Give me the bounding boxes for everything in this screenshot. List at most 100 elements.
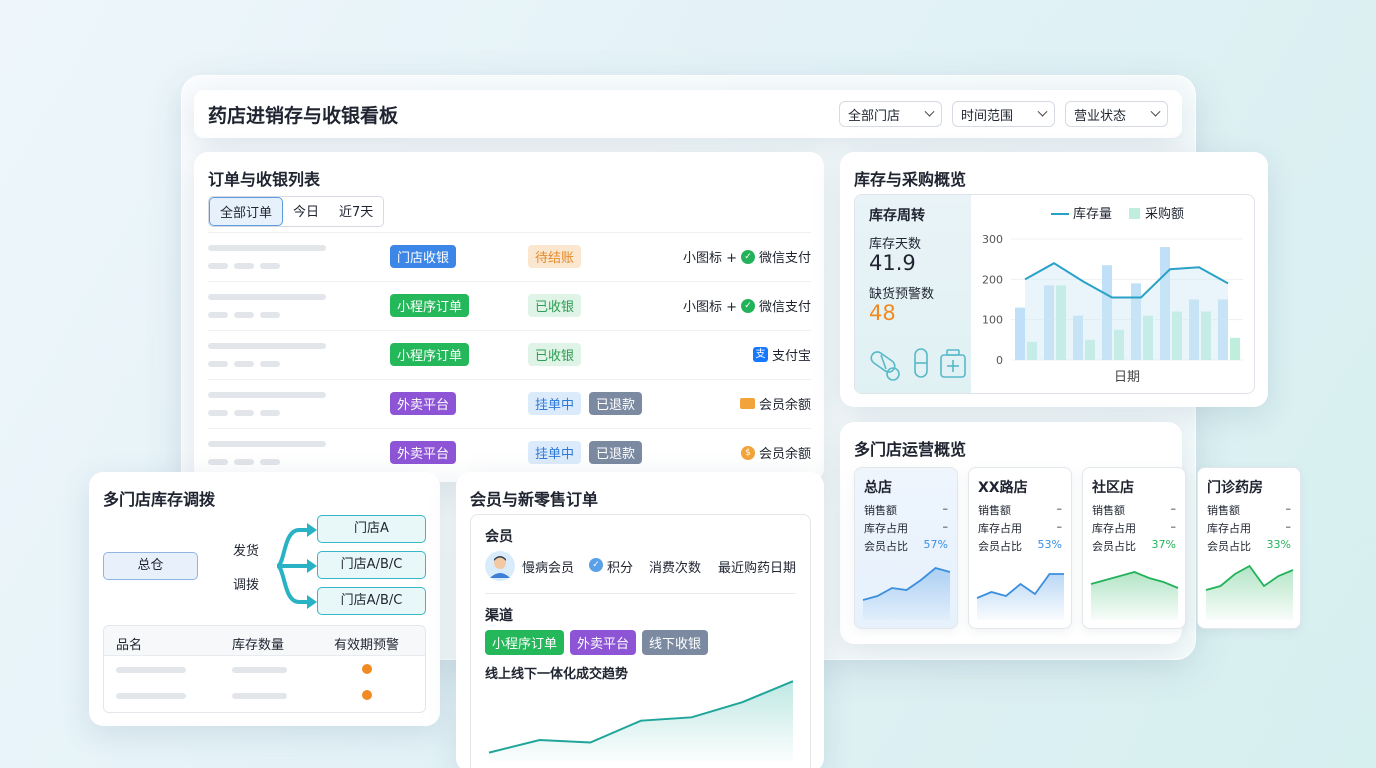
store-name: 总店 — [864, 480, 892, 496]
placeholder-bar — [234, 410, 254, 416]
days-label: 库存天数 — [869, 237, 922, 252]
channel-tag: 门店收银 — [390, 245, 457, 268]
inventory-card: 库存周转 库存天数 41.9 缺货预警数 48 库存量 采购额 0 100 20… — [854, 194, 1255, 394]
sales-value: – — [1170, 502, 1177, 515]
time-range-dropdown[interactable]: 时间范围 — [952, 101, 1055, 127]
transfer-panel: 多门店库存调拨 总仓 发货 调拨 门店A 门店A/B/C 门店A/B/C 品名 … — [89, 472, 440, 726]
placeholder-bar — [208, 361, 228, 367]
last-purchase-label: 最近购药日期 — [718, 561, 797, 576]
expiry-alert-dot — [362, 690, 372, 700]
member-ratio-label: 会员占比 — [1207, 540, 1251, 553]
transfer-arrows — [204, 523, 317, 609]
warehouse-node[interactable]: 总仓 — [103, 552, 198, 580]
placeholder-bar — [260, 312, 280, 318]
turnover-label: 库存周转 — [869, 208, 925, 224]
divider — [485, 593, 796, 594]
member-ratio-value: 33% — [1266, 538, 1291, 551]
target-node-abc-2[interactable]: 门店A/B/C — [317, 587, 426, 615]
stock-label: 库存占用 — [1207, 522, 1251, 535]
store-sparkline — [862, 567, 951, 620]
store-card[interactable]: XX路店 销售额 – 库存占用 – 会员占比 53% — [968, 467, 1072, 629]
store-stock-row: 库存占用 – — [864, 520, 948, 536]
payment-prefix: 小图标 + — [682, 300, 737, 315]
store-filter-dropdown[interactable]: 全部门店 — [839, 101, 942, 127]
placeholder-bar — [208, 245, 326, 251]
expiry-table: 品名 库存数量 有效期预警 — [103, 625, 426, 713]
target-node-a[interactable]: 门店A — [317, 515, 426, 543]
transfer-title: 多门店库存调拨 — [103, 490, 216, 509]
order-tabs: 全部订单 今日 近7天 — [208, 196, 385, 227]
members-title: 会员与新零售订单 — [470, 490, 599, 509]
chevron-down-icon — [924, 106, 935, 117]
business-status-dropdown[interactable]: 营业状态 — [1065, 101, 1168, 127]
placeholder-bar — [232, 693, 287, 699]
table-row[interactable]: 小程序订单 已收银 小图标 + ✓ 微信支付 — [208, 281, 811, 330]
store-card[interactable]: 总店 销售额 – 库存占用 – 会员占比 57% — [854, 467, 958, 629]
channel-tag[interactable]: 线下收银 — [642, 630, 709, 655]
sparkline-area — [977, 574, 1064, 620]
payment-label: 微信支付 — [758, 251, 811, 266]
col-expiry-alert: 有效期预警 — [334, 638, 400, 653]
transfer-label: 调拨 — [233, 578, 260, 593]
placeholder-bar — [234, 459, 254, 465]
placeholder-bar — [208, 459, 228, 465]
table-row[interactable]: 小程序订单 已收银 支支付宝 — [208, 330, 811, 379]
col-name: 品名 — [116, 638, 143, 653]
inventory-chart: 库存量 采购额 0 100 200 300 日期 — [982, 206, 1243, 385]
store-member-row: 会员占比 33% — [1207, 538, 1291, 554]
ship-label: 发货 — [233, 544, 260, 559]
placeholder-bar — [232, 667, 287, 673]
store-member-row: 会员占比 53% — [978, 538, 1062, 554]
purchase-bar — [1230, 337, 1240, 360]
placeholder-bar — [116, 693, 186, 699]
points-label: 积分 — [607, 561, 634, 576]
table-row[interactable]: 外卖平台 挂单中 已退款 会员余额 — [208, 379, 811, 428]
target-node-abc-1[interactable]: 门店A/B/C — [317, 551, 426, 579]
stock-value: – — [942, 520, 949, 533]
visits-label: 消费次数 — [649, 561, 702, 576]
placeholder-bar — [234, 263, 254, 269]
table-row[interactable]: 外卖平台 挂单中 已退款 $ 会员余额 — [208, 428, 811, 477]
member-label: 会员 — [485, 529, 513, 545]
members-panel: 会员与新零售订单 会员 慢病会员 ✓ 积分 消费次数 最近购药日期 渠道 小程序… — [456, 472, 824, 768]
member-ratio-value: 53% — [1037, 538, 1062, 551]
tab-today[interactable]: 今日 — [283, 197, 329, 226]
member-card: 会员 慢病会员 ✓ 积分 消费次数 最近购药日期 渠道 小程序订单 外卖平台 线下收… — [470, 514, 811, 768]
business-status-label: 营业状态 — [1074, 108, 1127, 124]
store-stock-row: 库存占用 – — [1092, 520, 1176, 536]
stock-value: – — [1056, 520, 1063, 533]
placeholder-bar — [234, 361, 254, 367]
coin-icon: $ — [740, 445, 755, 460]
store-sparkline — [1090, 571, 1179, 620]
placeholder-bar — [208, 441, 326, 447]
member-ratio-label: 会员占比 — [978, 540, 1022, 553]
sparkline-area — [863, 568, 950, 620]
store-sales-row: 销售额 – — [978, 502, 1062, 518]
member-ratio-label: 会员占比 — [1092, 540, 1136, 553]
store-card[interactable]: 门诊药房 销售额 – 库存占用 – 会员占比 33% — [1197, 467, 1301, 629]
channel-tag[interactable]: 小程序订单 — [485, 630, 565, 655]
store-card[interactable]: 社区店 销售额 – 库存占用 – 会员占比 37% — [1082, 467, 1186, 629]
placeholder-bar — [208, 392, 326, 398]
placeholder-bar — [260, 459, 280, 465]
points-icon: ✓ — [589, 558, 603, 572]
store-sales-row: 销售额 – — [1092, 502, 1176, 518]
page-title: 药店进销存与收银看板 — [208, 104, 399, 127]
sparkline-area — [1206, 566, 1293, 620]
sales-label: 销售额 — [1092, 504, 1125, 517]
store-sparkline — [1205, 564, 1294, 620]
stock-area — [1025, 263, 1228, 360]
tab-last-7-days[interactable]: 近7天 — [329, 197, 383, 226]
payment-label: 会员余额 — [758, 398, 811, 413]
status-badge: 挂单中 — [528, 392, 582, 415]
pill-icon — [870, 351, 900, 381]
inventory-summary: 库存周转 库存天数 41.9 缺货预警数 48 — [855, 195, 971, 393]
y-tick-label: 0 — [996, 354, 1003, 367]
placeholder-bar — [116, 667, 186, 673]
payment-prefix: 小图标 + — [682, 251, 737, 266]
tab-all-orders[interactable]: 全部订单 — [209, 197, 284, 226]
channel-tag: 外卖平台 — [390, 392, 457, 415]
table-row[interactable]: 门店收银 待结账 小图标 + ✓ 微信支付 — [208, 232, 811, 281]
legend-bar-swatch — [1129, 208, 1140, 219]
channel-tag[interactable]: 外卖平台 — [570, 630, 637, 655]
